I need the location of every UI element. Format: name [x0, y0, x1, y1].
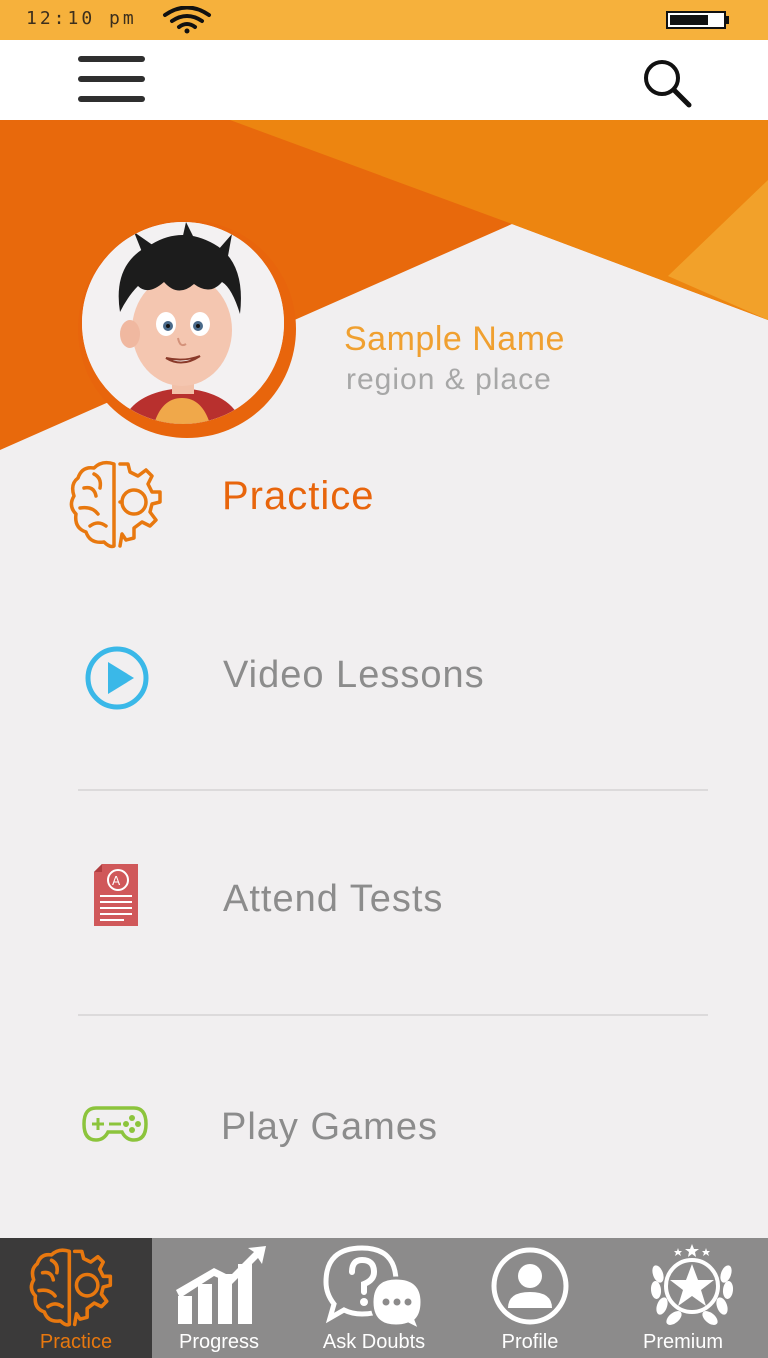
menu-item-label: Practice: [222, 474, 375, 518]
search-icon[interactable]: [640, 56, 694, 110]
gamepad-icon: [82, 1106, 148, 1142]
bar-chart-arrow-icon: [176, 1246, 266, 1324]
user-location: region & place: [346, 363, 552, 396]
laurel-star-icon: [650, 1244, 734, 1325]
nav-premium[interactable]: Premium: [598, 1238, 768, 1358]
nav-profile[interactable]: Profile: [462, 1238, 598, 1358]
menu-item-play-games[interactable]: Play Games: [0, 1064, 768, 1184]
question-chat-icon: [323, 1245, 424, 1330]
nav-label: Ask Doubts: [322, 1331, 426, 1353]
brain-gear-icon: [29, 1248, 113, 1327]
hamburger-menu-icon[interactable]: [76, 54, 148, 108]
divider: [78, 789, 708, 791]
svg-text:A: A: [112, 874, 121, 888]
user-name: Sample Name: [344, 320, 565, 358]
nav-practice[interactable]: Practice: [0, 1238, 152, 1358]
status-bar: 12:10 pm: [0, 0, 768, 40]
nav-ask-doubts[interactable]: Ask Doubts: [286, 1238, 462, 1358]
nav-label: Premium: [642, 1331, 723, 1353]
brain-gear-icon: [69, 460, 162, 549]
nav-progress[interactable]: Progress: [152, 1238, 286, 1358]
menu-item-video-lessons[interactable]: Video Lessons: [0, 614, 768, 734]
bottom-navigation: Practice Progress Ask Doubts Profile Pre…: [0, 1238, 768, 1358]
menu-item-practice[interactable]: Practice: [0, 440, 768, 560]
menu-item-attend-tests[interactable]: A Attend Tests: [0, 838, 768, 958]
menu-item-label: Video Lessons: [223, 654, 485, 696]
status-time: 12:10 pm: [26, 8, 137, 29]
nav-label: Practice: [39, 1331, 113, 1353]
avatar[interactable]: [82, 222, 284, 424]
play-circle-icon: [85, 646, 149, 710]
wifi-icon: [163, 6, 211, 34]
battery-icon: [666, 11, 729, 29]
user-circle-icon: [491, 1247, 569, 1325]
divider: [78, 1014, 708, 1016]
nav-label: Profile: [501, 1331, 559, 1353]
test-paper-icon: A: [94, 864, 138, 926]
app-bar: [0, 40, 768, 120]
menu-item-label: Play Games: [221, 1106, 438, 1148]
menu-item-label: Attend Tests: [223, 878, 444, 920]
nav-label: Progress: [178, 1331, 260, 1353]
